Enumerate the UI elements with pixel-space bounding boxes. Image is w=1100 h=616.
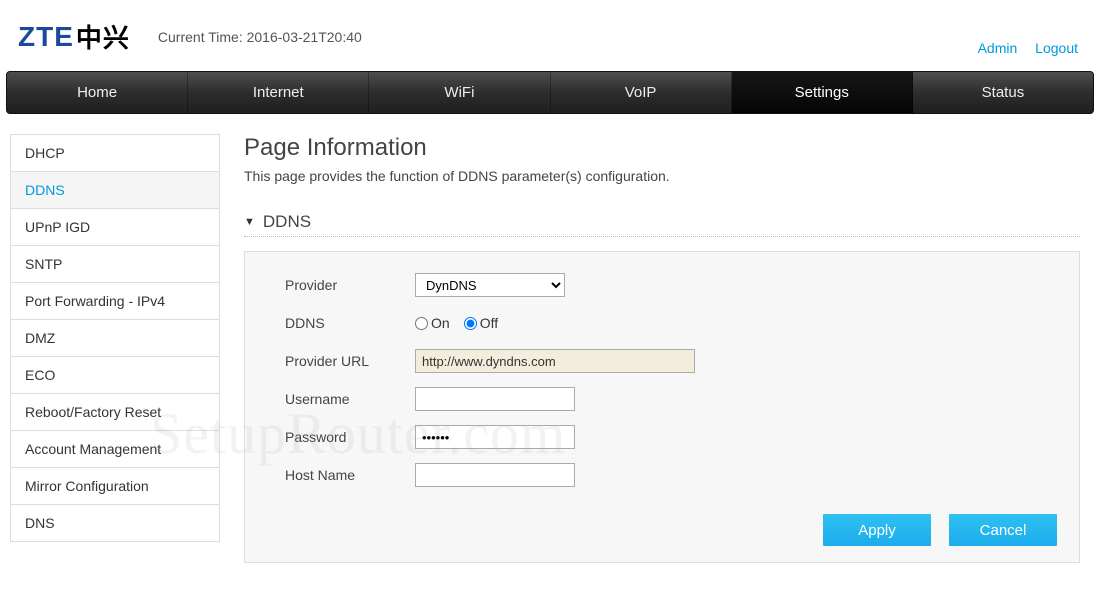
logo: ZTE中兴 xyxy=(18,18,130,55)
sidebar-item-dmz[interactable]: DMZ xyxy=(11,320,219,357)
sidebar-item-mirror[interactable]: Mirror Configuration xyxy=(11,468,219,505)
section-header-ddns[interactable]: ▼ DDNS xyxy=(244,212,1080,237)
nav-tab-settings[interactable]: Settings xyxy=(732,72,913,113)
password-input[interactable] xyxy=(415,425,575,449)
sidebar-item-eco[interactable]: ECO xyxy=(11,357,219,394)
provider-url-input xyxy=(415,349,695,373)
sidebar-item-port-forwarding[interactable]: Port Forwarding - IPv4 xyxy=(11,283,219,320)
sidebar-item-ddns[interactable]: DDNS xyxy=(11,172,219,209)
label-hostname: Host Name xyxy=(285,467,415,483)
logo-cn: 中兴 xyxy=(76,18,130,55)
collapse-icon: ▼ xyxy=(244,216,255,228)
logo-roman: ZTE xyxy=(18,21,74,53)
label-provider: Provider xyxy=(285,277,415,293)
main-nav: Home Internet WiFi VoIP Settings Status xyxy=(6,71,1094,114)
label-username: Username xyxy=(285,391,415,407)
label-password: Password xyxy=(285,429,415,445)
nav-tab-status[interactable]: Status xyxy=(913,72,1093,113)
section-title: DDNS xyxy=(263,212,311,232)
sidebar-item-dhcp[interactable]: DHCP xyxy=(11,135,219,172)
radio-off-label[interactable]: Off xyxy=(464,315,498,331)
label-ddns: DDNS xyxy=(285,315,415,331)
apply-button[interactable]: Apply xyxy=(823,514,931,546)
sidebar-item-reboot[interactable]: Reboot/Factory Reset xyxy=(11,394,219,431)
page-title: Page Information xyxy=(244,134,1080,162)
sidebar-item-account[interactable]: Account Management xyxy=(11,431,219,468)
nav-tab-wifi[interactable]: WiFi xyxy=(369,72,550,113)
cancel-button[interactable]: Cancel xyxy=(949,514,1057,546)
radio-on-label[interactable]: On xyxy=(415,315,450,331)
page-description: This page provides the function of DDNS … xyxy=(244,168,1080,184)
nav-tab-home[interactable]: Home xyxy=(7,72,188,113)
sidebar: DHCP DDNS UPnP IGD SNTP Port Forwarding … xyxy=(10,134,220,542)
sidebar-item-upnp[interactable]: UPnP IGD xyxy=(11,209,219,246)
admin-link[interactable]: Admin xyxy=(978,40,1018,56)
provider-select[interactable]: DynDNS xyxy=(415,273,565,297)
ddns-panel: Provider DynDNS DDNS On Off xyxy=(244,251,1080,563)
current-time: Current Time: 2016-03-21T20:40 xyxy=(158,29,362,45)
hostname-input[interactable] xyxy=(415,463,575,487)
logout-link[interactable]: Logout xyxy=(1035,40,1078,56)
radio-off[interactable] xyxy=(464,317,477,330)
radio-on[interactable] xyxy=(415,317,428,330)
sidebar-item-dns[interactable]: DNS xyxy=(11,505,219,542)
nav-tab-voip[interactable]: VoIP xyxy=(551,72,732,113)
label-provider-url: Provider URL xyxy=(285,353,415,369)
nav-tab-internet[interactable]: Internet xyxy=(188,72,369,113)
username-input[interactable] xyxy=(415,387,575,411)
sidebar-item-sntp[interactable]: SNTP xyxy=(11,246,219,283)
